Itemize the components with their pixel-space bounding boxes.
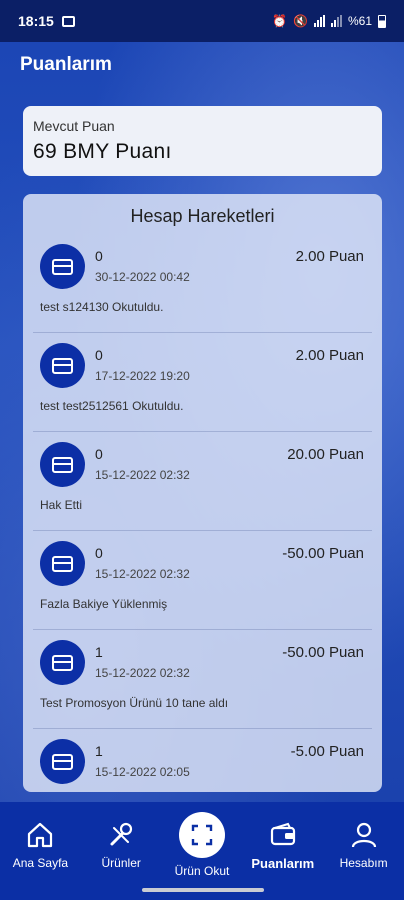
list-item[interactable]: 0 30-12-2022 00:42 2.00 Puan test s12413… — [33, 234, 372, 333]
transaction-description: Test Promosyon Ürünü 10 tane aldı — [40, 696, 229, 710]
credit-card-icon — [40, 442, 85, 487]
transaction-description: test s124130 Okutuldu. — [40, 300, 164, 314]
transaction-amount: 2.00 Puan — [295, 248, 364, 265]
list-item[interactable]: 0 15-12-2022 02:32 20.00 Puan Hak Etti — [33, 432, 372, 531]
transaction-code: 0 — [95, 347, 103, 363]
transaction-description: Fazla Bakiye Yüklenmiş — [40, 597, 168, 611]
transaction-date: 15-12-2022 02:32 — [95, 666, 190, 680]
transactions-title: Hesap Hareketleri — [130, 206, 275, 226]
transaction-code: 0 — [95, 545, 103, 561]
user-icon — [349, 820, 379, 850]
credit-card-icon — [40, 541, 85, 586]
credit-card-icon — [40, 640, 85, 685]
credit-card-icon — [40, 343, 85, 388]
nav-label: Ürünler — [101, 856, 141, 870]
transactions-list[interactable]: 0 30-12-2022 00:42 2.00 Puan test s12413… — [23, 234, 382, 792]
wallet-icon — [268, 820, 298, 850]
home-indicator[interactable] — [142, 888, 264, 892]
transaction-date: 15-12-2022 02:05 — [95, 765, 190, 779]
transaction-description: Hak Etti — [40, 498, 83, 512]
nav-label: Ürün Okut — [174, 864, 230, 878]
transaction-amount: 20.00 Puan — [287, 446, 364, 463]
transaction-code: 0 — [95, 248, 103, 264]
current-points-value: 69 BMY Puanı — [33, 140, 172, 163]
transaction-amount: -50.00 Puan — [282, 545, 364, 562]
transaction-date: 30-12-2022 00:42 — [95, 270, 190, 284]
home-icon — [25, 820, 55, 850]
image-notification-icon — [61, 15, 75, 27]
transactions-card[interactable]: Hesap Hareketleri 0 30-12-2022 00:42 2.0… — [23, 194, 382, 792]
nav-label: Puanlarım — [251, 856, 315, 871]
status-time: 18:15 — [18, 13, 54, 29]
current-points-card: Mevcut Puan 69 BMY Puanı — [23, 106, 382, 176]
transaction-amount: -5.00 Puan — [290, 743, 364, 760]
nav-item-account[interactable]: Hesabım — [323, 802, 404, 878]
nav-item-products[interactable]: Ürünler — [81, 802, 162, 878]
list-item[interactable]: 1 15-12-2022 02:05 -5.00 Puan — [33, 729, 372, 792]
alarm-icon: ⏰ — [272, 14, 288, 28]
page-title: Puanlarım — [20, 54, 112, 75]
nav-label: Hesabım — [339, 856, 388, 870]
battery-percent: %61 — [347, 14, 372, 28]
bottom-navigation: Ana Sayfa Ürünler Ürün Okut Puanlarım He… — [0, 802, 404, 878]
tools-icon — [106, 820, 136, 850]
transaction-amount: -50.00 Puan — [282, 644, 364, 661]
system-gesture-area — [0, 878, 404, 900]
list-item[interactable]: 1 15-12-2022 02:32 -50.00 Puan Test Prom… — [33, 630, 372, 729]
nav-item-home[interactable]: Ana Sayfa — [0, 802, 81, 878]
current-points-label: Mevcut Puan — [33, 118, 115, 134]
transaction-date: 17-12-2022 19:20 — [95, 369, 190, 383]
scan-icon — [178, 812, 225, 858]
list-item[interactable]: 0 17-12-2022 19:20 2.00 Puan test test25… — [33, 333, 372, 432]
transaction-code: 1 — [95, 644, 103, 660]
credit-card-icon — [40, 739, 85, 784]
signal-2-icon — [330, 15, 342, 27]
nav-label: Ana Sayfa — [12, 856, 69, 870]
transaction-description: test test2512561 Okutuldu. — [40, 399, 184, 413]
transaction-code: 1 — [95, 743, 103, 759]
list-item[interactable]: 0 15-12-2022 02:32 -50.00 Puan Fazla Bak… — [33, 531, 372, 630]
signal-icon — [313, 15, 325, 27]
transaction-amount: 2.00 Puan — [295, 347, 364, 364]
transaction-date: 15-12-2022 02:32 — [95, 468, 190, 482]
nav-item-scan[interactable]: Ürün Okut — [162, 802, 243, 878]
credit-card-icon — [40, 244, 85, 289]
transaction-date: 15-12-2022 02:32 — [95, 567, 190, 581]
battery-icon — [378, 14, 386, 28]
mute-icon: 🔇 — [293, 14, 308, 28]
nav-item-points[interactable]: Puanlarım — [242, 802, 323, 878]
status-bar: 18:15 ⏰ 🔇 %61 — [0, 0, 404, 42]
transaction-code: 0 — [95, 446, 103, 462]
